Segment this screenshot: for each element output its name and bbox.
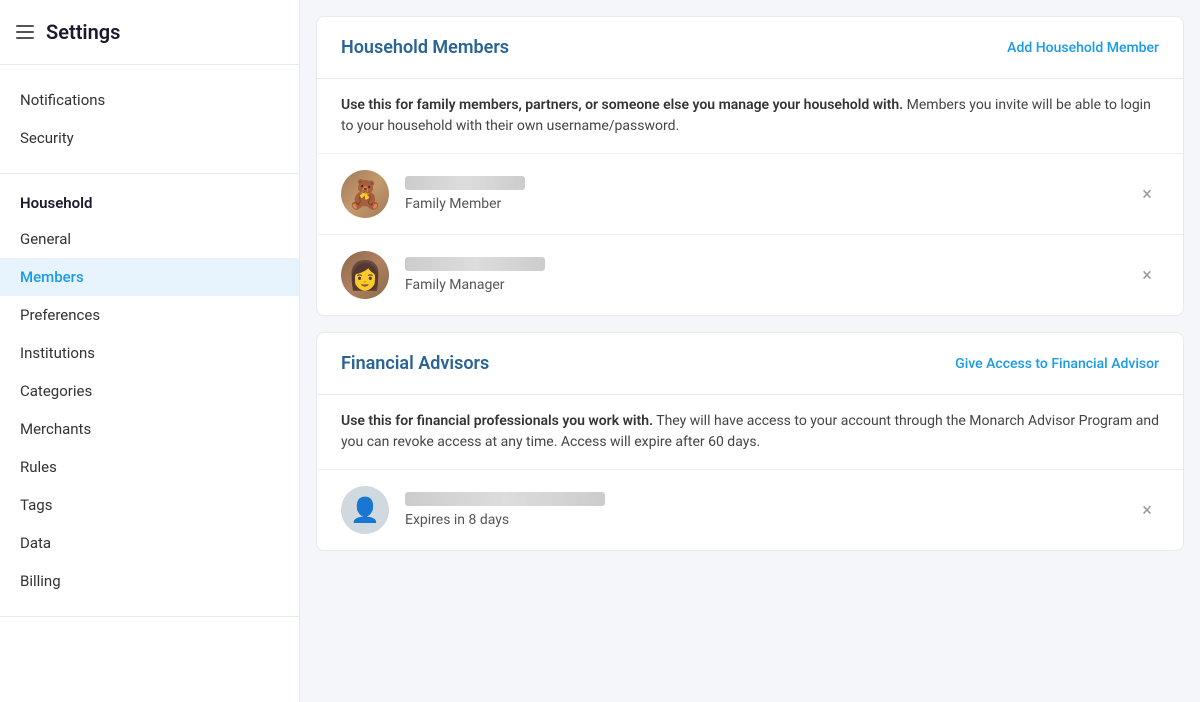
sidebar-header: Settings <box>0 0 299 65</box>
description-bold: Use this for family members, partners, o… <box>341 97 903 113</box>
sidebar-item-notifications[interactable]: Notifications <box>0 81 299 119</box>
financial-advisors-section: Financial Advisors Give Access to Financ… <box>316 332 1184 551</box>
fa-description-bold: Use this for financial professionals you… <box>341 413 653 429</box>
app-title: Settings <box>46 20 120 44</box>
sidebar-item-rules[interactable]: Rules <box>0 448 299 486</box>
sidebar-item-institutions[interactable]: Institutions <box>0 334 299 372</box>
advisor-info: Expires in 8 days <box>405 492 1159 528</box>
add-household-member-button[interactable]: Add Household Member <box>1007 40 1159 56</box>
advisor-item: Expires in 8 days × <box>317 470 1183 550</box>
top-nav-section: Notifications Security <box>0 65 299 174</box>
advisor-expires: Expires in 8 days <box>405 512 1159 528</box>
sidebar-item-billing[interactable]: Billing <box>0 562 299 600</box>
household-nav-section: Household General Members Preferences In… <box>0 174 299 617</box>
household-members-header: Household Members Add Household Member <box>317 17 1183 79</box>
avatar <box>341 486 389 534</box>
financial-advisors-header: Financial Advisors Give Access to Financ… <box>317 333 1183 395</box>
member-role: Family Member <box>405 196 1159 212</box>
member-item: Family Manager × <box>317 235 1183 315</box>
avatar <box>341 251 389 299</box>
financial-advisors-description: Use this for financial professionals you… <box>317 395 1183 470</box>
hamburger-icon[interactable] <box>16 25 34 39</box>
main-content: Household Members Add Household Member U… <box>300 0 1200 702</box>
remove-advisor-button[interactable]: × <box>1135 498 1159 522</box>
remove-member-button[interactable]: × <box>1135 263 1159 287</box>
member-info: Family Member <box>405 176 1159 212</box>
avatar <box>341 170 389 218</box>
sidebar-item-merchants[interactable]: Merchants <box>0 410 299 448</box>
household-members-section: Household Members Add Household Member U… <box>316 16 1184 316</box>
member-item: Family Member × <box>317 154 1183 235</box>
sidebar-item-members[interactable]: Members <box>0 258 299 296</box>
member-info: Family Manager <box>405 257 1159 293</box>
sidebar: Settings Notifications Security Househol… <box>0 0 300 702</box>
sidebar-item-categories[interactable]: Categories <box>0 372 299 410</box>
sidebar-item-tags[interactable]: Tags <box>0 486 299 524</box>
member-name-blurred <box>405 176 525 190</box>
sidebar-item-security[interactable]: Security <box>0 119 299 157</box>
household-members-description: Use this for family members, partners, o… <box>317 79 1183 154</box>
household-members-title: Household Members <box>341 37 509 58</box>
sidebar-item-data[interactable]: Data <box>0 524 299 562</box>
member-name-blurred <box>405 257 545 271</box>
advisor-name-blurred <box>405 492 605 506</box>
member-role: Family Manager <box>405 277 1159 293</box>
financial-advisors-title: Financial Advisors <box>341 353 489 374</box>
remove-member-button[interactable]: × <box>1135 182 1159 206</box>
sidebar-item-preferences[interactable]: Preferences <box>0 296 299 334</box>
household-section-label: Household <box>0 190 299 220</box>
give-access-advisor-button[interactable]: Give Access to Financial Advisor <box>955 356 1159 372</box>
sidebar-item-general[interactable]: General <box>0 220 299 258</box>
